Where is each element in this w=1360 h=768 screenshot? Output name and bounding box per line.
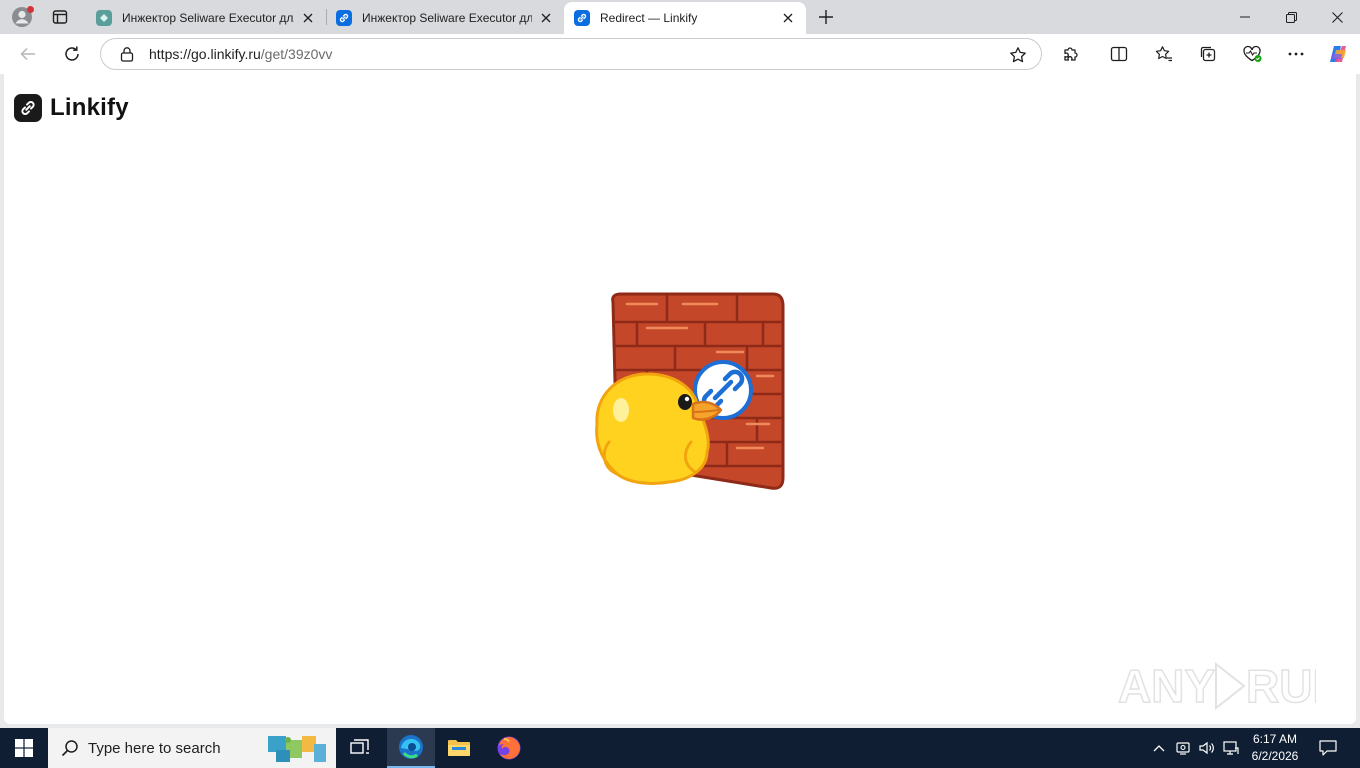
- heart-pulse-icon: [1243, 45, 1262, 62]
- tab-seliware-1[interactable]: Инжектор Seliware Executor для: [86, 2, 326, 34]
- taskbar-file-explorer[interactable]: [435, 728, 483, 768]
- profile-button[interactable]: [8, 4, 36, 30]
- windows-logo-icon: [15, 739, 33, 757]
- tab-redirect-linkify[interactable]: Redirect — Linkify: [564, 2, 806, 34]
- tab-seliware-2[interactable]: Инжектор Seliware Executor для: [326, 2, 564, 34]
- start-button[interactable]: [0, 728, 48, 768]
- network-button[interactable]: [1220, 728, 1242, 768]
- seliware-favicon-icon: [96, 10, 112, 26]
- settings-menu-button[interactable]: [1280, 38, 1312, 70]
- task-view-icon: [350, 739, 369, 754]
- favorites-button[interactable]: [1148, 38, 1180, 70]
- tab-close-icon[interactable]: [780, 10, 796, 26]
- watermark-text-left: ANY: [1118, 660, 1215, 712]
- firefox-icon: [497, 736, 521, 760]
- restore-button[interactable]: [1268, 0, 1314, 34]
- tab-actions-button[interactable]: [46, 5, 74, 29]
- lock-icon[interactable]: [119, 46, 135, 62]
- split-screen-icon: [1110, 46, 1128, 62]
- volume-button[interactable]: [1195, 728, 1219, 768]
- puzzle-icon: [1064, 47, 1078, 61]
- clock-time: 6:17 AM: [1252, 732, 1298, 746]
- new-tab-button[interactable]: [812, 4, 840, 30]
- network-monitor-icon: [1223, 741, 1239, 755]
- clock-date: 6/2/2026: [1251, 749, 1299, 763]
- restore-icon: [1285, 11, 1297, 23]
- back-button[interactable]: [12, 38, 44, 70]
- taskbar-clock[interactable]: 6:17 AM 6/2/2026: [1244, 731, 1306, 765]
- search-icon: [60, 738, 80, 758]
- watermark-text-right: RUN: [1246, 660, 1316, 712]
- copilot-icon: [1330, 46, 1346, 62]
- tab-title: Инжектор Seliware Executor для: [122, 11, 294, 25]
- search-highlight-puzzle-icon: [268, 736, 326, 762]
- show-hidden-icons-button[interactable]: [1148, 728, 1170, 768]
- address-url[interactable]: https://go.linkify.ru/get/39z0vv: [149, 46, 332, 62]
- linkify-favicon-icon: [574, 10, 590, 26]
- back-arrow-icon: [20, 47, 35, 61]
- tab-close-icon[interactable]: [538, 10, 554, 26]
- speaker-icon: [1199, 741, 1214, 755]
- refresh-button[interactable]: [56, 38, 88, 70]
- chevron-up-icon: [1153, 745, 1165, 752]
- notification-speech-bubble-icon: [1319, 740, 1337, 756]
- tab-title: Redirect — Linkify: [600, 11, 698, 25]
- copilot-button[interactable]: [1322, 38, 1354, 70]
- taskbar-firefox[interactable]: [485, 728, 533, 768]
- browser-toolbar: https://go.linkify.ru/get/39z0vv: [0, 34, 1360, 74]
- linkify-logo-icon: [14, 94, 42, 122]
- edge-browser-icon: [399, 735, 423, 759]
- collections-button[interactable]: [1192, 38, 1224, 70]
- web-page: Linkify ANY RUN: [4, 74, 1356, 724]
- windows-taskbar: Type here to search 6:17 AM 6/2/2026: [0, 728, 1360, 768]
- notifications-button[interactable]: [1314, 728, 1342, 768]
- folder-icon: [448, 740, 470, 756]
- minimize-icon: [1240, 16, 1250, 18]
- extensions-button[interactable]: [1055, 38, 1087, 70]
- device-meeting-icon: [1176, 742, 1190, 755]
- tray-device-button[interactable]: [1172, 728, 1194, 768]
- duck-at-brick-wall-illustration: [595, 292, 785, 490]
- address-bar[interactable]: https://go.linkify.ru/get/39z0vv: [100, 38, 1042, 70]
- collections-icon: [1200, 46, 1216, 62]
- linkify-brand[interactable]: Linkify: [14, 94, 129, 122]
- browser-essentials-button[interactable]: [1236, 38, 1268, 70]
- tab-close-icon[interactable]: [300, 10, 316, 26]
- tab-actions-icon: [52, 10, 68, 24]
- brand-name: Linkify: [50, 94, 129, 121]
- split-screen-button[interactable]: [1103, 38, 1135, 70]
- profile-notification-dot: [27, 6, 34, 13]
- favorite-star-icon[interactable]: [1009, 46, 1027, 64]
- refresh-icon: [65, 46, 79, 61]
- close-window-button[interactable]: [1314, 0, 1360, 34]
- plus-icon: [819, 10, 833, 24]
- taskbar-edge[interactable]: [387, 728, 435, 768]
- linkify-favicon-icon: [336, 10, 352, 26]
- anyrun-watermark: ANY RUN: [1117, 659, 1316, 713]
- taskbar-search-box[interactable]: Type here to search: [48, 728, 336, 768]
- close-icon: [1331, 11, 1343, 23]
- search-placeholder: Type here to search: [88, 739, 221, 757]
- url-path: /get/39z0vv: [260, 46, 333, 62]
- favorites-star-list-icon: [1155, 46, 1172, 62]
- more-dots-icon: [1288, 52, 1304, 56]
- task-view-button[interactable]: [336, 728, 384, 768]
- tab-title: Инжектор Seliware Executor для: [362, 11, 532, 25]
- minimize-button[interactable]: [1222, 0, 1268, 34]
- tab-strip: Инжектор Seliware Executor для Инжектор …: [0, 0, 1360, 34]
- url-host: https://go.linkify.ru: [149, 46, 261, 62]
